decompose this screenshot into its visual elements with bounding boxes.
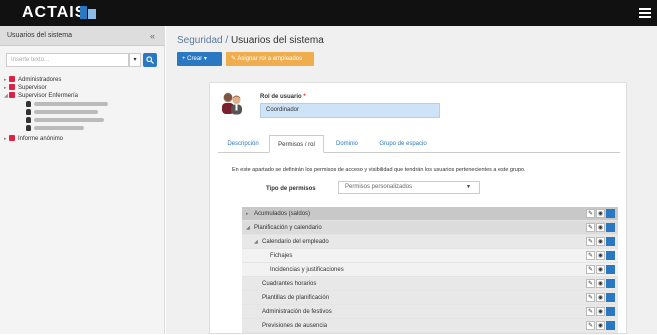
logo-mark-icon	[80, 6, 96, 19]
group-icon	[9, 135, 15, 141]
tree-user-item[interactable]	[26, 101, 108, 109]
permission-row[interactable]: Fichajes ✎ ◉	[242, 249, 618, 263]
view-icon[interactable]: ◉	[596, 279, 605, 288]
view-icon[interactable]: ◉	[596, 293, 605, 302]
lock-icon[interactable]	[606, 307, 615, 316]
tree-user-item[interactable]	[26, 117, 104, 125]
main-content: Seguridad / Usuarios del sistema + Crear…	[166, 26, 657, 334]
edit-icon[interactable]: ✎	[586, 279, 595, 288]
sidebar-header: Usuarios del sistema «	[0, 26, 165, 46]
sidebar-title: Usuarios del sistema	[7, 32, 72, 39]
user-icon	[26, 125, 31, 131]
tree-node[interactable]: ◢ Supervisor Enfermería	[4, 92, 78, 100]
search-icon	[146, 56, 154, 64]
permission-row[interactable]: Previsiones de ausencia ✎ ◉	[242, 319, 618, 333]
permission-row[interactable]: ◢ Planificación y calendario ✎ ◉	[242, 221, 618, 235]
edit-icon[interactable]: ✎	[586, 223, 595, 232]
page-title: Usuarios del sistema	[230, 35, 324, 46]
role-label: Rol de usuario *	[260, 94, 306, 100]
view-icon[interactable]: ◉	[596, 307, 605, 316]
search-button[interactable]	[143, 53, 157, 67]
permission-type-select[interactable]: Permisos personalizados ▼	[338, 181, 480, 194]
permission-row[interactable]: ◢ Calendario del empleado ✎ ◉	[242, 235, 618, 249]
menu-icon[interactable]	[639, 8, 651, 18]
lock-icon[interactable]	[606, 209, 615, 218]
permission-type-label: Tipo de permisos	[266, 186, 316, 192]
group-icon	[9, 84, 15, 90]
view-icon[interactable]: ◉	[596, 209, 605, 218]
user-icon	[26, 117, 31, 123]
sidebar: Usuarios del sistema « Inserte texto... …	[0, 26, 165, 334]
view-icon[interactable]: ◉	[596, 321, 605, 330]
view-icon[interactable]: ◉	[596, 265, 605, 274]
tree-user-item[interactable]	[26, 125, 84, 133]
chevron-down-icon: ▼	[466, 184, 471, 190]
user-icon	[26, 109, 31, 115]
assign-role-button[interactable]: ✎ Asignar rol a empleados	[226, 52, 314, 66]
users-avatar-icon	[222, 92, 242, 115]
role-panel: Rol de usuario * Coordinador Descripción…	[209, 82, 627, 334]
edit-icon[interactable]: ✎	[586, 237, 595, 246]
collapse-icon[interactable]: «	[150, 31, 155, 41]
edit-icon[interactable]: ✎	[586, 265, 595, 274]
edit-icon[interactable]: ✎	[586, 321, 595, 330]
view-icon[interactable]: ◉	[596, 223, 605, 232]
top-bar: ACTAIS	[0, 0, 657, 26]
lock-icon[interactable]	[606, 293, 615, 302]
tab-domain[interactable]: Dominio	[329, 135, 365, 153]
lock-icon[interactable]	[606, 237, 615, 246]
lock-icon[interactable]	[606, 251, 615, 260]
view-icon[interactable]: ◉	[596, 237, 605, 246]
tab-space-group[interactable]: Grupo de espacio	[370, 135, 436, 153]
lock-icon[interactable]	[606, 223, 615, 232]
group-icon	[9, 92, 15, 98]
edit-icon[interactable]: ✎	[586, 293, 595, 302]
edit-icon[interactable]: ✎	[586, 307, 595, 316]
lock-icon[interactable]	[606, 279, 615, 288]
lock-icon[interactable]	[606, 265, 615, 274]
group-icon	[9, 76, 15, 82]
app-logo: ACTAIS	[22, 4, 87, 21]
tab-bar: Descripción Permisos / rol Dominio Grupo…	[218, 135, 620, 153]
tab-permissions[interactable]: Permisos / rol	[269, 135, 324, 153]
breadcrumb: Seguridad / Usuarios del sistema	[177, 35, 324, 46]
view-icon[interactable]: ◉	[596, 251, 605, 260]
edit-icon[interactable]: ✎	[586, 209, 595, 218]
permission-row[interactable]: Administración de festivos ✎ ◉	[242, 305, 618, 319]
role-name-field[interactable]: Coordinador	[260, 103, 440, 118]
permission-row[interactable]: ▸ Acumulados (saldos) ✎ ◉	[242, 207, 618, 221]
permission-row[interactable]: Incidencias y justificaciones ✎ ◉	[242, 263, 618, 277]
create-button[interactable]: + Crear ▾	[177, 52, 222, 66]
user-icon	[26, 101, 31, 107]
permission-row[interactable]: Cuadrantes horarios ✎ ◉	[242, 277, 618, 291]
tree-user-item[interactable]	[26, 109, 98, 117]
permission-row[interactable]: Plantillas de planificación ✎ ◉	[242, 291, 618, 305]
tree-node[interactable]: ▸ Supervisor	[4, 84, 47, 92]
search-input[interactable]: Inserte texto...	[6, 53, 129, 67]
search-dropdown-button[interactable]: ▾	[129, 53, 141, 67]
tree-node[interactable]: ▸ Informe anónimo	[4, 135, 63, 143]
edit-icon[interactable]: ✎	[586, 251, 595, 260]
lock-icon[interactable]	[606, 321, 615, 330]
tab-description[interactable]: Descripción	[222, 135, 264, 153]
breadcrumb-section[interactable]: Seguridad	[177, 35, 223, 46]
permissions-description: En este apartado se definirán los permis…	[232, 167, 526, 173]
tree-node[interactable]: ▸ Administradores	[4, 76, 61, 84]
